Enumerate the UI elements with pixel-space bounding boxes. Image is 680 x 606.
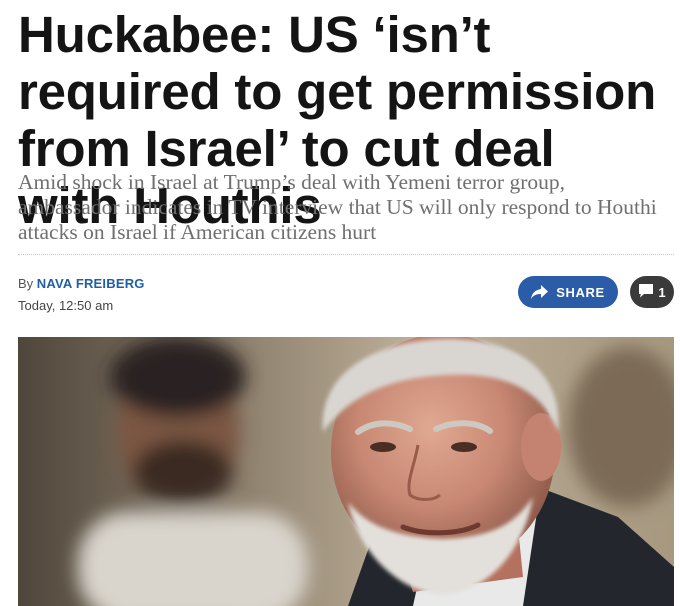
comments-button[interactable]: 1 (630, 276, 674, 308)
article-subheadline: Amid shock in Israel at Trump’s deal wit… (18, 170, 657, 244)
comment-bubble-icon (638, 283, 654, 301)
publish-timestamp: Today, 12:50 am (18, 298, 114, 313)
author-link[interactable]: NAVA FREIBERG (37, 276, 145, 291)
byline-prefix: By (18, 276, 34, 291)
byline: By NAVA FREIBERG (18, 276, 145, 291)
divider (18, 254, 674, 255)
photo-illustration (18, 337, 674, 606)
article-photo (18, 337, 674, 606)
share-label: SHARE (556, 284, 605, 300)
share-button[interactable]: SHARE (518, 276, 618, 308)
comment-count: 1 (658, 284, 666, 300)
share-arrow-icon (531, 285, 549, 299)
